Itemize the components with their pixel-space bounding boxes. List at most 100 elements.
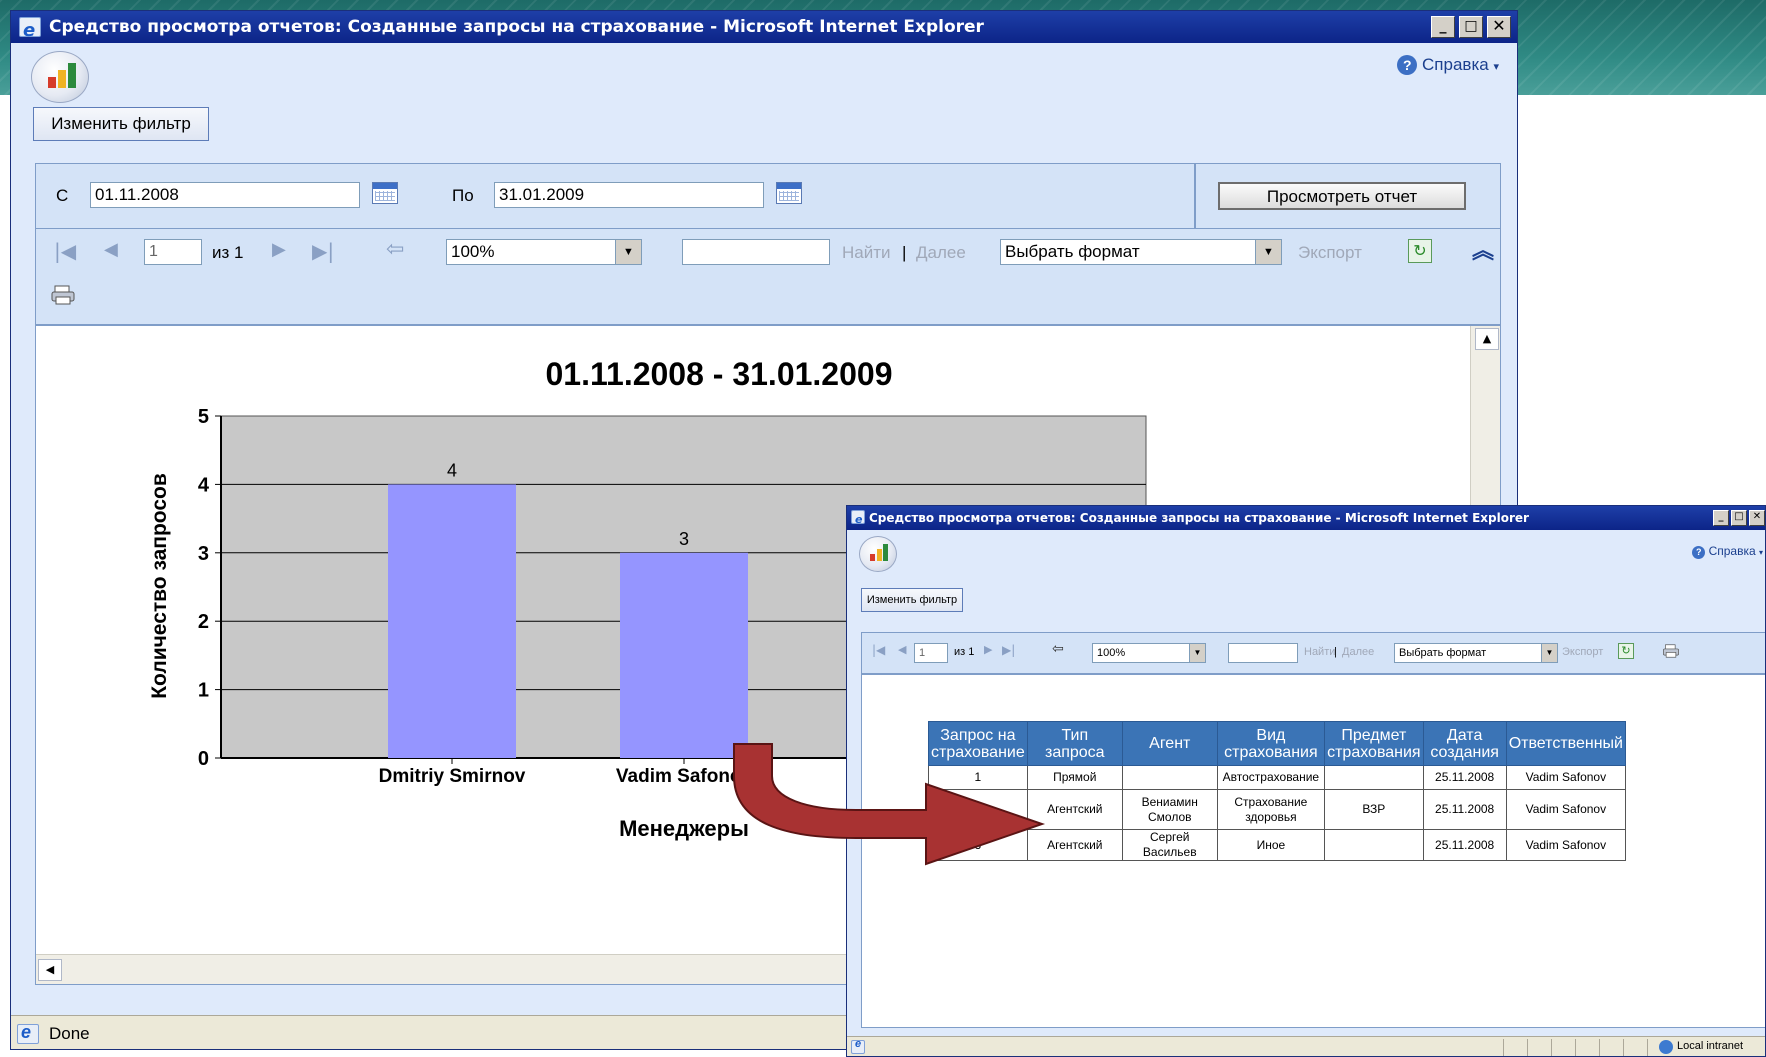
- print-icon[interactable]: [50, 285, 76, 305]
- help-icon: ?: [1397, 55, 1418, 75]
- zone-text: Local intranet: [1677, 1040, 1744, 1052]
- calendar-icon[interactable]: [776, 182, 802, 204]
- chevron-down-icon: ▼: [1255, 240, 1281, 264]
- help-menu[interactable]: ? Справка ▾: [1692, 544, 1763, 559]
- main-window-title: Средство просмотра отчетов: Созданные за…: [49, 17, 984, 37]
- chevron-down-icon: ▾: [1758, 548, 1763, 557]
- first-page-icon[interactable]: |◀: [54, 239, 76, 263]
- bar: [620, 552, 748, 758]
- minimize-button[interactable]: _: [1431, 16, 1455, 38]
- table-cell: Vadim Safonov: [1505, 765, 1627, 790]
- intranet-zone-icon: [1659, 1040, 1673, 1054]
- parameters-panel: С 01.11.2008 По 31.01.2009 Просмотреть о…: [35, 163, 1501, 229]
- zoom-value: 100%: [451, 242, 495, 261]
- help-menu[interactable]: ? Справка ▾: [1397, 55, 1499, 75]
- previous-page-icon[interactable]: ◀: [898, 643, 906, 656]
- table-cell: Вениамин Смолов: [1121, 789, 1218, 830]
- view-report-button[interactable]: Просмотреть отчет: [1218, 182, 1466, 210]
- y-tick-label: 1: [198, 680, 209, 702]
- calendar-icon[interactable]: [372, 182, 398, 204]
- connector-arrow: [733, 743, 1046, 866]
- refresh-icon[interactable]: ↻: [1408, 239, 1432, 263]
- report-toolbar: |◀ ◀ 1 из 1 ▶ ▶| ⇦ 100% ▼ Найти | Далее …: [35, 229, 1501, 325]
- export-link[interactable]: Экспорт: [1562, 646, 1603, 658]
- y-axis-title: Количество запросов: [148, 473, 171, 699]
- back-to-parent-icon[interactable]: ⇦: [1052, 641, 1064, 657]
- find-separator: |: [1334, 646, 1337, 658]
- column-header: Предмет страхования: [1324, 721, 1424, 766]
- page-number-input[interactable]: 1: [914, 643, 948, 663]
- close-button[interactable]: ✕: [1487, 16, 1511, 38]
- page-icon: [851, 1038, 865, 1054]
- second-window-title: Средство просмотра отчетов: Созданные за…: [869, 511, 1529, 525]
- crm-logo-icon: [31, 51, 89, 103]
- find-separator: |: [902, 243, 907, 262]
- export-format-select[interactable]: Выбрать формат ▼: [1000, 239, 1282, 265]
- scroll-left-button[interactable]: ◀: [38, 959, 62, 981]
- column-header: Вид страхования: [1216, 721, 1326, 766]
- to-date-input[interactable]: 31.01.2009: [494, 182, 764, 208]
- column-header: Агент: [1121, 721, 1218, 766]
- next-page-icon[interactable]: ▶: [272, 239, 286, 260]
- zoom-value: 100%: [1097, 647, 1126, 659]
- table-cell: ВЗР: [1324, 789, 1424, 830]
- column-header: Дата создания: [1422, 721, 1507, 766]
- ie-icon: [19, 15, 41, 43]
- from-label: С: [56, 186, 69, 205]
- maximize-button[interactable]: □: [1731, 510, 1747, 526]
- next-link[interactable]: Далее: [916, 243, 966, 263]
- find-link[interactable]: Найти: [1304, 646, 1335, 658]
- last-page-icon[interactable]: ▶|: [1002, 643, 1015, 657]
- find-input[interactable]: [1228, 643, 1298, 663]
- second-titlebar: Средство просмотра отчетов: Созданные за…: [847, 506, 1765, 530]
- zoom-select[interactable]: 100% ▼: [446, 239, 642, 265]
- page-of-label: из 1: [954, 646, 975, 658]
- close-button[interactable]: ✕: [1749, 510, 1765, 526]
- change-filter-button[interactable]: Изменить фильтр: [33, 107, 209, 141]
- y-tick-label: 4: [198, 474, 210, 496]
- next-link[interactable]: Далее: [1342, 646, 1374, 658]
- zoom-select[interactable]: 100% ▼: [1092, 643, 1206, 663]
- y-tick-label: 2: [198, 611, 209, 633]
- chevron-down-icon: ▼: [1541, 644, 1557, 662]
- minimize-button[interactable]: _: [1713, 510, 1729, 526]
- chevron-down-icon: ▾: [1493, 61, 1499, 73]
- find-link[interactable]: Найти: [842, 243, 891, 263]
- table-cell: Vadim Safonov: [1505, 789, 1627, 830]
- table-cell: Иное: [1216, 829, 1326, 861]
- previous-page-icon[interactable]: ◀: [104, 239, 118, 260]
- scroll-up-button[interactable]: ▲: [1475, 328, 1499, 350]
- table-cell: 25.11.2008: [1422, 829, 1507, 861]
- chart-title: 01.11.2008 - 31.01.2009: [545, 356, 893, 392]
- export-link[interactable]: Экспорт: [1298, 243, 1362, 263]
- last-page-icon[interactable]: ▶|: [312, 239, 334, 263]
- table-cell: 25.11.2008: [1422, 765, 1507, 790]
- maximize-button[interactable]: □: [1459, 16, 1483, 38]
- export-format-select[interactable]: Выбрать формат ▼: [1394, 643, 1558, 663]
- panel-divider: [1194, 164, 1196, 228]
- export-format-value: Выбрать формат: [1399, 647, 1487, 659]
- refresh-icon[interactable]: ↻: [1618, 643, 1634, 659]
- bar: [388, 484, 516, 758]
- status-text: Done: [49, 1024, 90, 1043]
- page-icon: [17, 1022, 39, 1044]
- crm-logo-icon: [859, 536, 897, 572]
- help-label: Справка: [1422, 55, 1489, 74]
- back-to-parent-icon[interactable]: ⇦: [386, 237, 404, 262]
- page-number-input[interactable]: 1: [144, 239, 202, 265]
- find-input[interactable]: [682, 239, 830, 265]
- table-cell: Сергей Васильев: [1121, 829, 1218, 861]
- table-cell: Автострахование: [1216, 765, 1326, 790]
- table-cell: [1324, 765, 1424, 790]
- status-separators: [1503, 1039, 1653, 1056]
- collapse-toolbar-icon[interactable]: ︽: [1472, 233, 1494, 265]
- column-header: Ответственный: [1505, 721, 1627, 766]
- change-filter-button[interactable]: Изменить фильтр: [861, 588, 963, 612]
- table-cell: 25.11.2008: [1422, 789, 1507, 830]
- report-toolbar: |◀ ◀ 1 из 1 ▶ ▶| ⇦ 100% ▼ Найти | Далее …: [861, 632, 1765, 674]
- next-page-icon[interactable]: ▶: [984, 643, 992, 656]
- first-page-icon[interactable]: |◀: [872, 643, 885, 657]
- y-tick-label: 5: [198, 406, 209, 428]
- from-date-input[interactable]: 01.11.2008: [90, 182, 360, 208]
- print-icon[interactable]: [1662, 643, 1680, 659]
